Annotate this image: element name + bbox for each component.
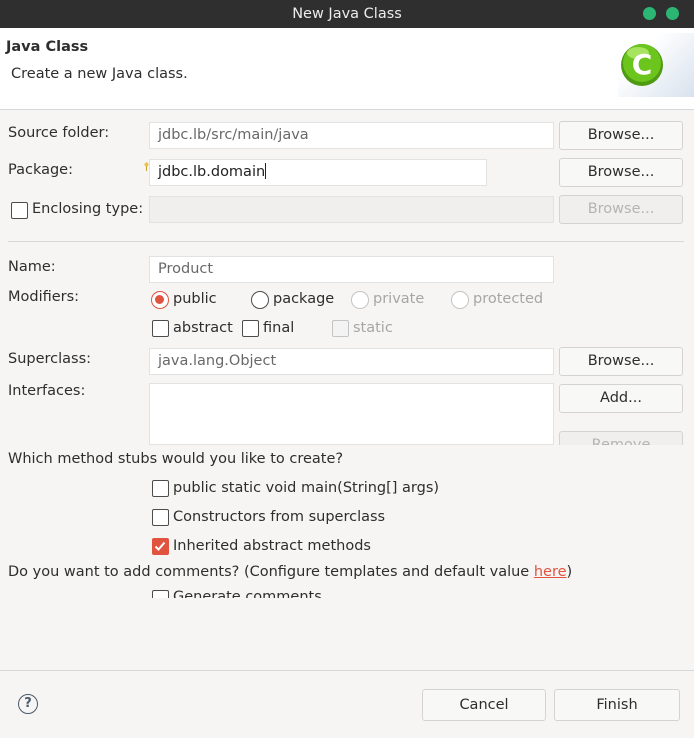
footer-separator [0, 670, 694, 671]
static-checkbox-label: static [353, 320, 393, 336]
enclosing-type-label: Enclosing type: [32, 201, 144, 217]
help-icon[interactable]: ? [18, 694, 38, 714]
content-assist-icon [144, 159, 149, 171]
inherited-methods-checkbox[interactable] [152, 538, 169, 555]
abstract-checkbox[interactable] [152, 320, 169, 337]
enclosing-type-checkbox[interactable] [11, 202, 28, 219]
generate-comments-label: Generate comments [173, 589, 322, 598]
separator [8, 241, 684, 242]
minimize-button[interactable] [643, 7, 656, 20]
comments-question-close: ) [566, 564, 573, 580]
wizard-header: Java Class Create a new Java class. C [0, 28, 694, 110]
abstract-checkbox-label: abstract [173, 320, 233, 336]
window-title: New Java Class [292, 6, 402, 22]
package-radio[interactable] [251, 291, 269, 309]
private-radio-label: private [373, 291, 425, 307]
title-bar: New Java Class [0, 0, 694, 28]
inherited-methods-label: Inherited abstract methods [173, 538, 371, 554]
package-label: Package: [8, 162, 73, 178]
package-browse-button[interactable]: Browse... [559, 158, 683, 187]
final-checkbox-label: final [263, 320, 295, 336]
source-folder-field[interactable]: jdbc.lb/src/main/java [149, 122, 554, 149]
constructors-checkbox[interactable] [152, 509, 169, 526]
superclass-label: Superclass: [8, 351, 92, 367]
checkmark-icon [154, 541, 166, 551]
protected-radio-label: protected [473, 291, 544, 307]
text-cursor [265, 163, 267, 179]
name-field[interactable]: Product [149, 256, 554, 283]
package-field[interactable]: jdbc.lb.domain [149, 159, 487, 186]
main-method-label: public static void main(String[] args) [173, 480, 440, 496]
method-stubs-question: Which method stubs would you like to cre… [8, 451, 344, 467]
comments-question: Do you want to add comments? (Configure … [8, 564, 572, 580]
generate-comments-checkbox[interactable] [152, 590, 169, 598]
source-folder-browse-button[interactable]: Browse... [559, 121, 683, 150]
interfaces-remove-button[interactable]: Remove [559, 431, 683, 445]
wizard-title: Java Class [6, 39, 89, 55]
public-radio[interactable] [151, 291, 169, 309]
remove-button-clip: Remove [559, 431, 683, 445]
interfaces-label: Interfaces: [8, 383, 86, 399]
main-method-checkbox[interactable] [152, 480, 169, 497]
package-value: jdbc.lb.domain [158, 164, 266, 180]
enclosing-type-field[interactable] [149, 196, 554, 223]
enclosing-type-browse-button[interactable]: Browse... [559, 195, 683, 224]
final-checkbox[interactable] [242, 320, 259, 337]
cancel-button[interactable]: Cancel [422, 689, 546, 721]
interfaces-add-button[interactable]: Add... [559, 384, 683, 413]
superclass-browse-button[interactable]: Browse... [559, 347, 683, 376]
interfaces-list[interactable] [149, 383, 554, 445]
templates-link[interactable]: here [534, 564, 567, 580]
close-button[interactable] [666, 7, 679, 20]
static-checkbox[interactable] [332, 320, 349, 337]
wizard-description: Create a new Java class. [11, 66, 188, 82]
comments-question-text: Do you want to add comments? (Configure … [8, 564, 534, 580]
package-radio-label: package [273, 291, 335, 307]
svg-text:C: C [632, 48, 653, 81]
superclass-field[interactable]: java.lang.Object [149, 348, 554, 375]
protected-radio[interactable] [451, 291, 469, 309]
finish-button[interactable]: Finish [554, 689, 680, 721]
private-radio[interactable] [351, 291, 369, 309]
source-folder-label: Source folder: [8, 125, 110, 141]
java-class-logo-icon: C [618, 33, 694, 97]
constructors-label: Constructors from superclass [173, 509, 386, 525]
modifiers-label: Modifiers: [8, 289, 80, 305]
public-radio-label: public [173, 291, 217, 307]
generate-comments-clip: Generate comments [148, 588, 448, 598]
name-label: Name: [8, 259, 56, 275]
